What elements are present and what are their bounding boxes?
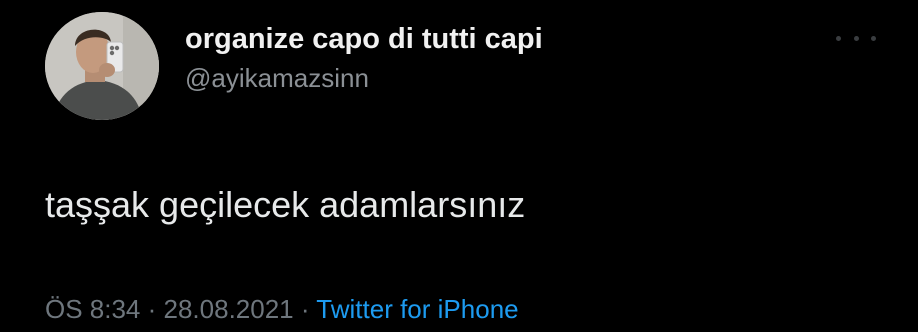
- more-dot: [853, 35, 859, 41]
- tweet-date[interactable]: 28.08.2021: [164, 294, 294, 324]
- author-display-name[interactable]: organize capo di tutti capi: [185, 22, 543, 56]
- avatar-photo: [45, 12, 159, 120]
- more-dot: [871, 35, 876, 41]
- avatar[interactable]: [45, 12, 159, 120]
- author-handle[interactable]: @ayikamazsinn: [185, 62, 543, 94]
- tweet-source-link[interactable]: Twitter for iPhone: [316, 294, 518, 324]
- tweet-time[interactable]: ÖS 8:34: [45, 294, 140, 324]
- tweet-card: organize capo di tutti capi @ayikamazsin…: [0, 0, 918, 332]
- tweet-text: taşşak geçilecek adamlarsınız: [45, 184, 526, 225]
- more-dot: [836, 35, 841, 41]
- meta-separator: ·: [293, 294, 317, 324]
- meta-separator: ·: [140, 294, 164, 324]
- more-horizontal-icon[interactable]: [836, 28, 876, 48]
- tweet-meta: ÖS 8:34 · 28.08.2021 · Twitter for iPhon…: [45, 293, 519, 325]
- tweet-author: organize capo di tutti capi @ayikamazsin…: [185, 22, 543, 94]
